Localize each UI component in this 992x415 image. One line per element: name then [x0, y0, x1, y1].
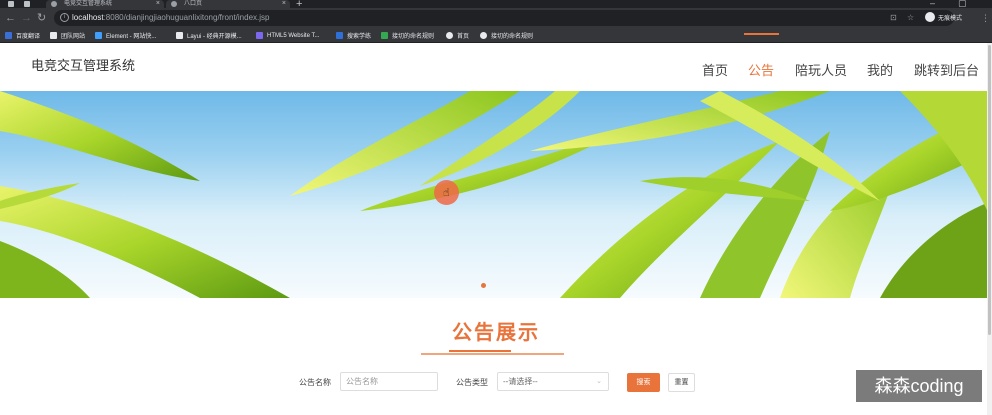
tab-favicon-icon — [171, 1, 177, 7]
forward-icon[interactable]: → — [21, 11, 32, 25]
active-nav-underline — [744, 33, 779, 35]
video-watermark: 森森coding — [856, 370, 982, 402]
bookmark-item[interactable]: 搜索学练 — [336, 30, 371, 41]
bookmark-item[interactable]: 百度翻译 — [5, 30, 40, 41]
bookmark-favicon-icon — [381, 32, 388, 39]
bookmark-label: 首页 — [457, 34, 470, 40]
section-title: 公告展示 — [452, 322, 540, 344]
bookmark-favicon-icon — [176, 32, 183, 39]
nav-mine[interactable]: 我的 — [867, 60, 893, 79]
nav-home[interactable]: 首页 — [702, 60, 728, 79]
bookmark-favicon-icon — [5, 32, 12, 39]
translate-icon[interactable]: ⊡ — [890, 12, 897, 24]
incognito-icon — [925, 12, 935, 22]
nav-companions[interactable]: 陪玩人员 — [795, 60, 847, 79]
carousel-indicator[interactable] — [481, 283, 486, 288]
window-controls — [0, 0, 30, 8]
scrollbar-thumb[interactable] — [988, 45, 991, 335]
hand-pointer-icon: ☝ — [443, 187, 450, 199]
chrome-menu-icon[interactable] — [8, 1, 14, 7]
reload-icon[interactable]: ↻ — [37, 11, 46, 25]
bookmark-star-icon[interactable]: ☆ — [907, 12, 914, 24]
bookmark-label: 接切的命名规则 — [491, 34, 534, 40]
bookmark-label: 搜索学练 — [347, 34, 372, 40]
nav-admin[interactable]: 跳转到后台 — [914, 60, 979, 79]
browser-menu-icon[interactable]: ⋮ — [981, 11, 990, 25]
tab-close-icon[interactable]: × — [156, 0, 160, 8]
notice-type-selected: --请选择-- — [503, 377, 538, 386]
bookmark-item[interactable]: 团队网站 — [50, 30, 85, 41]
bookmark-label: 团队网站 — [61, 34, 86, 40]
tab-favicon-icon — [51, 1, 57, 7]
bookmark-label: 百度翻译 — [16, 34, 41, 40]
notice-type-select[interactable]: --请选择-- ⌄ — [497, 372, 609, 391]
title-underline-accent — [449, 350, 511, 352]
bookmark-favicon-icon — [50, 32, 57, 39]
bookmarks-bar: 百度翻译 团队网站 Element - 网站快... Layui - 经典开源模… — [0, 28, 992, 43]
title-underline — [421, 353, 564, 355]
notice-name-input[interactable]: 公告名称 — [340, 372, 438, 391]
bookmark-label: 接切的命名规则 — [392, 34, 435, 40]
bookmark-favicon-icon — [95, 32, 102, 39]
tab-title: 八口页 — [184, 1, 203, 7]
back-icon[interactable]: ← — [5, 11, 16, 25]
tab-title: 电竞交互管理系统 — [64, 1, 113, 7]
url-path: :8080/dianjingjiaohuguanlixitong/front/i… — [103, 13, 270, 22]
search-button[interactable]: 搜索 — [627, 373, 660, 392]
banner-carousel[interactable] — [0, 91, 992, 298]
browser-tab-current[interactable]: 八口页 × — [166, 0, 290, 8]
incognito-profile[interactable]: 无痕模式 — [925, 12, 962, 22]
tab-close-icon[interactable]: × — [282, 0, 286, 8]
browser-tab-strip: 电竞交互管理系统 × 八口页 × + – ▢ — [0, 0, 992, 10]
tab-search-icon[interactable] — [24, 1, 30, 7]
site-info-icon[interactable]: i — [60, 13, 69, 22]
bamboo-leaves-image — [0, 91, 992, 298]
chevron-down-icon: ⌄ — [596, 378, 602, 385]
browser-tab-admin[interactable]: 电竞交互管理系统 × — [46, 0, 164, 8]
bookmark-label: Element - 网站快... — [106, 34, 157, 40]
notice-type-label: 公告类型 — [456, 378, 488, 387]
bookmark-favicon-icon — [446, 32, 453, 39]
bookmark-item[interactable]: Layui - 经典开源模... — [176, 30, 242, 41]
bookmark-label: Layui - 经典开源模... — [187, 34, 242, 40]
nav-notice[interactable]: 公告 — [748, 60, 774, 79]
bookmark-favicon-icon — [480, 32, 487, 39]
bookmark-item[interactable]: HTML5 Website T... — [256, 30, 319, 41]
reset-button[interactable]: 重置 — [668, 373, 695, 392]
bookmark-favicon-icon — [336, 32, 343, 39]
site-title: 电竞交互管理系统 — [31, 58, 136, 73]
bookmark-item[interactable]: 首页 — [446, 30, 469, 41]
notice-name-label: 公告名称 — [299, 378, 331, 387]
bookmark-label: HTML5 Website T... — [267, 32, 320, 39]
bookmark-item[interactable]: Element - 网站快... — [95, 30, 156, 41]
site-header: 电竞交互管理系统 首页 公告 陪玩人员 我的 跳转到后台 — [0, 43, 992, 91]
url-text[interactable]: localhost:8080/dianjingjiaohuguanlixiton… — [72, 12, 269, 24]
address-bar[interactable]: i localhost:8080/dianjingjiaohuguanlixit… — [54, 10, 954, 26]
browser-toolbar: ← → ↻ i localhost:8080/dianjingjiaohugua… — [0, 8, 992, 28]
bookmark-item[interactable]: 接切的命名规则 — [381, 30, 434, 41]
profile-label: 无痕模式 — [938, 15, 963, 22]
url-host: localhost — [72, 13, 104, 22]
bookmark-favicon-icon — [256, 32, 263, 39]
bookmark-item[interactable]: 接切的命名规则 — [480, 30, 533, 41]
minimize-icon[interactable]: – — [930, 0, 935, 8]
